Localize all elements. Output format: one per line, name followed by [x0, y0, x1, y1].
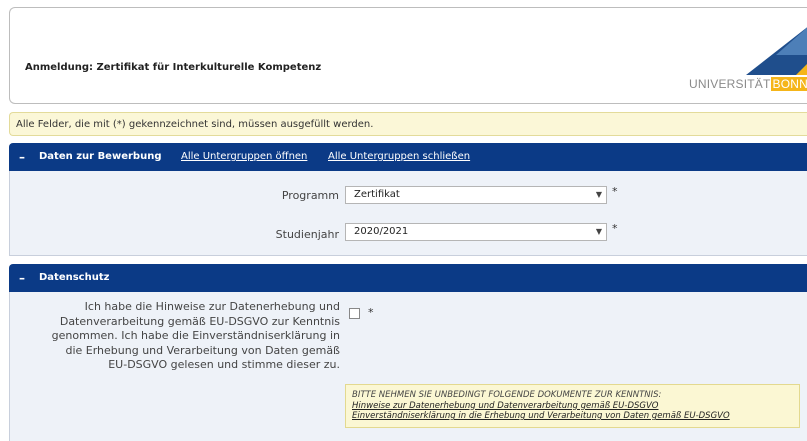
- program-label: Programm: [281, 189, 339, 202]
- section-header-application[interactable]: – Daten zur Bewerbung Alle Untergruppen …: [9, 143, 807, 171]
- logo-text-highlight: BONN: [770, 77, 807, 91]
- required-marker: *: [368, 306, 374, 319]
- section-body-application: Programm Zertifikat ▼ * Studienjahr 2020…: [9, 171, 807, 256]
- collapse-icon[interactable]: –: [19, 143, 25, 171]
- chevron-down-icon[interactable]: ▼: [592, 224, 606, 240]
- study-year-select[interactable]: 2020/2021 ▼: [345, 223, 607, 241]
- page-header: Anmeldung: Zertifikat für Interkulturell…: [9, 7, 807, 104]
- program-select[interactable]: Zertifikat ▼: [345, 186, 607, 204]
- document-link-data-processing[interactable]: Hinweise zur Datenerhebung und Datenvera…: [352, 401, 793, 412]
- section-title-application: Daten zur Bewerbung: [39, 151, 162, 162]
- required-fields-notice: Alle Felder, die mit (*) gekennzeichnet …: [9, 112, 807, 136]
- documents-notice-box: BITTE NEHMEN SIE UNBEDINGT FOLGENDE DOKU…: [345, 384, 800, 428]
- page-title: Anmeldung: Zertifikat für Interkulturell…: [25, 62, 322, 73]
- open-all-subgroups-link[interactable]: Alle Untergruppen öffnen: [181, 143, 307, 171]
- logo-mark-icon: [746, 27, 807, 75]
- documents-heading: BITTE NEHMEN SIE UNBEDINGT FOLGENDE DOKU…: [352, 390, 662, 400]
- document-link-consent[interactable]: Einverständniserklärung in die Erhebung …: [352, 411, 793, 422]
- privacy-consent-text: Ich habe die Hinweise zur Datenerhebung …: [51, 300, 340, 371]
- section-header-privacy[interactable]: – Datenschutz: [9, 264, 807, 292]
- privacy-consent-checkbox[interactable]: [349, 308, 360, 319]
- university-logo: UNIVERSITÄT BONN: [680, 25, 807, 105]
- chevron-down-icon[interactable]: ▼: [592, 187, 606, 203]
- section-title-privacy: Datenschutz: [39, 272, 110, 283]
- study-year-select-value: 2020/2021: [354, 226, 409, 237]
- study-year-label: Studienjahr: [275, 228, 339, 241]
- logo-text: UNIVERSITÄT: [688, 77, 771, 91]
- section-body-privacy: Ich habe die Hinweise zur Datenerhebung …: [9, 292, 807, 441]
- collapse-icon[interactable]: –: [19, 264, 25, 292]
- required-marker: *: [612, 222, 618, 235]
- logo-wordmark: UNIVERSITÄT BONN: [689, 77, 807, 91]
- program-select-value: Zertifikat: [354, 189, 400, 200]
- close-all-subgroups-link[interactable]: Alle Untergruppen schließen: [328, 143, 470, 171]
- required-marker: *: [612, 185, 618, 198]
